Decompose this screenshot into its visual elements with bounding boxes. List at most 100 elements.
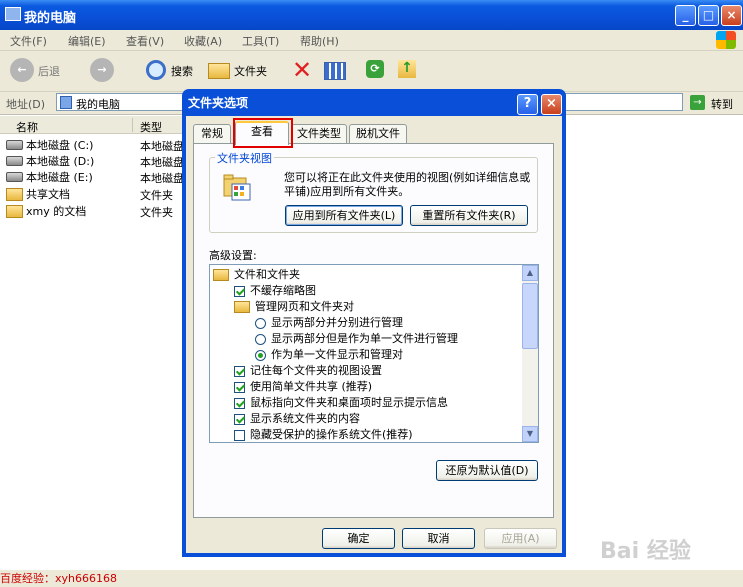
radio-button[interactable] [255, 333, 266, 345]
window-titlebar[interactable] [0, 0, 743, 30]
tree-row-label: 隐藏受保护的操作系统文件(推荐) [250, 428, 413, 441]
computer-icon [5, 7, 21, 21]
tree-row-radio[interactable]: 作为单一文件显示和管理对 [213, 347, 538, 363]
tree-row-checkbox[interactable]: 不缓存缩略图 [213, 283, 538, 299]
delete-icon[interactable]: ✕ [292, 58, 312, 82]
tree-row-label: 管理网页和文件夹对 [255, 300, 354, 313]
tree-row-label: 鼠标指向文件夹和桌面项时显示提示信息 [250, 396, 448, 409]
dialog-title: 文件夹选项 [188, 96, 249, 110]
tree-row-label: 显示两部分并分别进行管理 [271, 316, 403, 329]
folders-label[interactable]: 文件夹 [234, 63, 267, 79]
maximize-button[interactable]: □ [698, 5, 719, 26]
file-row[interactable]: 共享文档 [6, 186, 70, 202]
tree-row-folder: 管理网页和文件夹对 [213, 299, 538, 315]
go-icon[interactable]: → [690, 95, 705, 110]
checkbox[interactable] [234, 413, 245, 425]
menu-favorites[interactable]: 收藏(A) [184, 33, 222, 49]
search-icon[interactable] [146, 60, 166, 80]
views-icon[interactable] [324, 62, 346, 80]
checkbox[interactable] [234, 285, 245, 297]
tree-row-label: 显示两部分但是作为单一文件进行管理 [271, 332, 458, 345]
radio-button[interactable] [255, 349, 266, 361]
windows-logo-icon [716, 31, 736, 49]
column-name[interactable]: 名称 [16, 119, 38, 135]
dialog-close-button[interactable]: × [541, 94, 562, 115]
apply-to-all-folders-button[interactable]: 应用到所有文件夹(L) [285, 205, 403, 226]
tree-row-label: 显示系统文件夹的内容 [250, 412, 360, 425]
file-type: 文件夹 [140, 206, 173, 219]
menu-help[interactable]: 帮助(H) [300, 33, 339, 49]
reset-all-folders-button[interactable]: 重置所有文件夹(R) [410, 205, 528, 226]
folder-icon [6, 204, 23, 218]
address-label: 地址(D) [6, 98, 46, 111]
address-input-dropdown[interactable] [565, 93, 683, 111]
forward-icon[interactable]: → [90, 58, 114, 82]
up-folder-icon[interactable]: ↑ [398, 60, 416, 78]
column-type[interactable]: 类型 [140, 119, 162, 135]
drive-icon [6, 156, 23, 166]
back-icon[interactable]: ← [10, 58, 34, 82]
help-button[interactable]: ? [517, 94, 538, 115]
tree-row-checkbox[interactable]: 记住每个文件夹的视图设置 [213, 363, 538, 379]
checkbox[interactable] [234, 397, 245, 409]
file-type: 本地磁盘 [140, 172, 184, 185]
menu-view[interactable]: 查看(V) [126, 33, 164, 49]
apply-button: 应用(A) [484, 528, 557, 549]
folder-view-group-label: 文件夹视图 [215, 150, 274, 166]
tree-row-label: 文件和文件夹 [234, 268, 300, 281]
window-title: 我的电脑 [24, 11, 77, 26]
cancel-button[interactable]: 取消 [402, 528, 475, 549]
menubar [0, 30, 743, 51]
minimize-button[interactable]: _ [675, 5, 696, 26]
radio-button[interactable] [255, 317, 266, 329]
go-button[interactable]: 转到 [711, 96, 733, 112]
watermark-text: 百度经验：xyh666168 [0, 572, 117, 585]
tree-row-checkbox[interactable]: 隐藏受保护的操作系统文件(推荐) [213, 427, 538, 442]
highlight-box [233, 118, 293, 148]
folder-icon [6, 187, 23, 201]
tree-row-checkbox[interactable]: 使用简单文件共享 (推荐) [213, 379, 538, 395]
file-type: 文件夹 [140, 189, 173, 202]
refresh-icon[interactable]: ⟳ [366, 60, 384, 78]
column-separator [132, 118, 133, 132]
close-button[interactable]: × [721, 5, 742, 26]
folders-icon[interactable] [208, 63, 230, 79]
back-label[interactable]: 后退 [38, 63, 60, 79]
checkbox[interactable] [234, 429, 245, 441]
file-row[interactable]: xmy 的文档 [6, 203, 86, 219]
baidu-watermark: Bai 经验 [600, 539, 691, 564]
checkbox[interactable] [234, 365, 245, 377]
menu-tools[interactable]: 工具(T) [242, 33, 279, 49]
advanced-settings-label: 高级设置: [209, 249, 257, 262]
folder-view-icon [223, 174, 251, 201]
folder-icon [234, 301, 250, 313]
tab-file-types[interactable]: 文件类型 [291, 124, 347, 143]
tree-row-label: 记住每个文件夹的视图设置 [250, 364, 382, 377]
advanced-settings-tree[interactable]: 文件和文件夹不缓存缩略图 管理网页和文件夹对显示两部分并分别进行管理显示两部分但是… [209, 264, 539, 443]
tree-row-checkbox[interactable]: 鼠标指向文件夹和桌面项时显示提示信息 [213, 395, 538, 411]
tree-row-checkbox[interactable]: 显示系统文件夹的内容 [213, 411, 538, 427]
drive-icon [6, 140, 23, 150]
file-row[interactable]: 本地磁盘 (D:) [6, 153, 94, 169]
menu-edit[interactable]: 编辑(E) [68, 33, 106, 49]
scroll-down-icon[interactable]: ▼ [522, 426, 538, 442]
file-type: 本地磁盘 [140, 140, 184, 153]
restore-defaults-button[interactable]: 还原为默认值(D) [436, 460, 538, 481]
tab-general[interactable]: 常规 [193, 124, 231, 143]
search-label[interactable]: 搜索 [171, 63, 193, 79]
scroll-thumb[interactable] [522, 283, 538, 349]
folder-icon [213, 269, 229, 281]
tree-row-label: 作为单一文件显示和管理对 [271, 348, 403, 361]
tree-row-radio[interactable]: 显示两部分但是作为单一文件进行管理 [213, 331, 538, 347]
tab-offline-files[interactable]: 脱机文件 [349, 124, 407, 143]
tree-row-radio[interactable]: 显示两部分并分别进行管理 [213, 315, 538, 331]
ok-button[interactable]: 确定 [322, 528, 395, 549]
tree-row-label: 使用简单文件共享 (推荐) [250, 380, 373, 393]
scroll-up-icon[interactable]: ▲ [522, 265, 538, 281]
drive-icon [6, 172, 23, 182]
folder-view-description: 您可以将正在此文件夹使用的视图(例如详细信息或平铺)应用到所有文件夹。 [284, 171, 531, 198]
file-row[interactable]: 本地磁盘 (C:) [6, 137, 93, 153]
checkbox[interactable] [234, 381, 245, 393]
file-row[interactable]: 本地磁盘 (E:) [6, 169, 93, 185]
menu-file[interactable]: 文件(F) [10, 33, 47, 49]
